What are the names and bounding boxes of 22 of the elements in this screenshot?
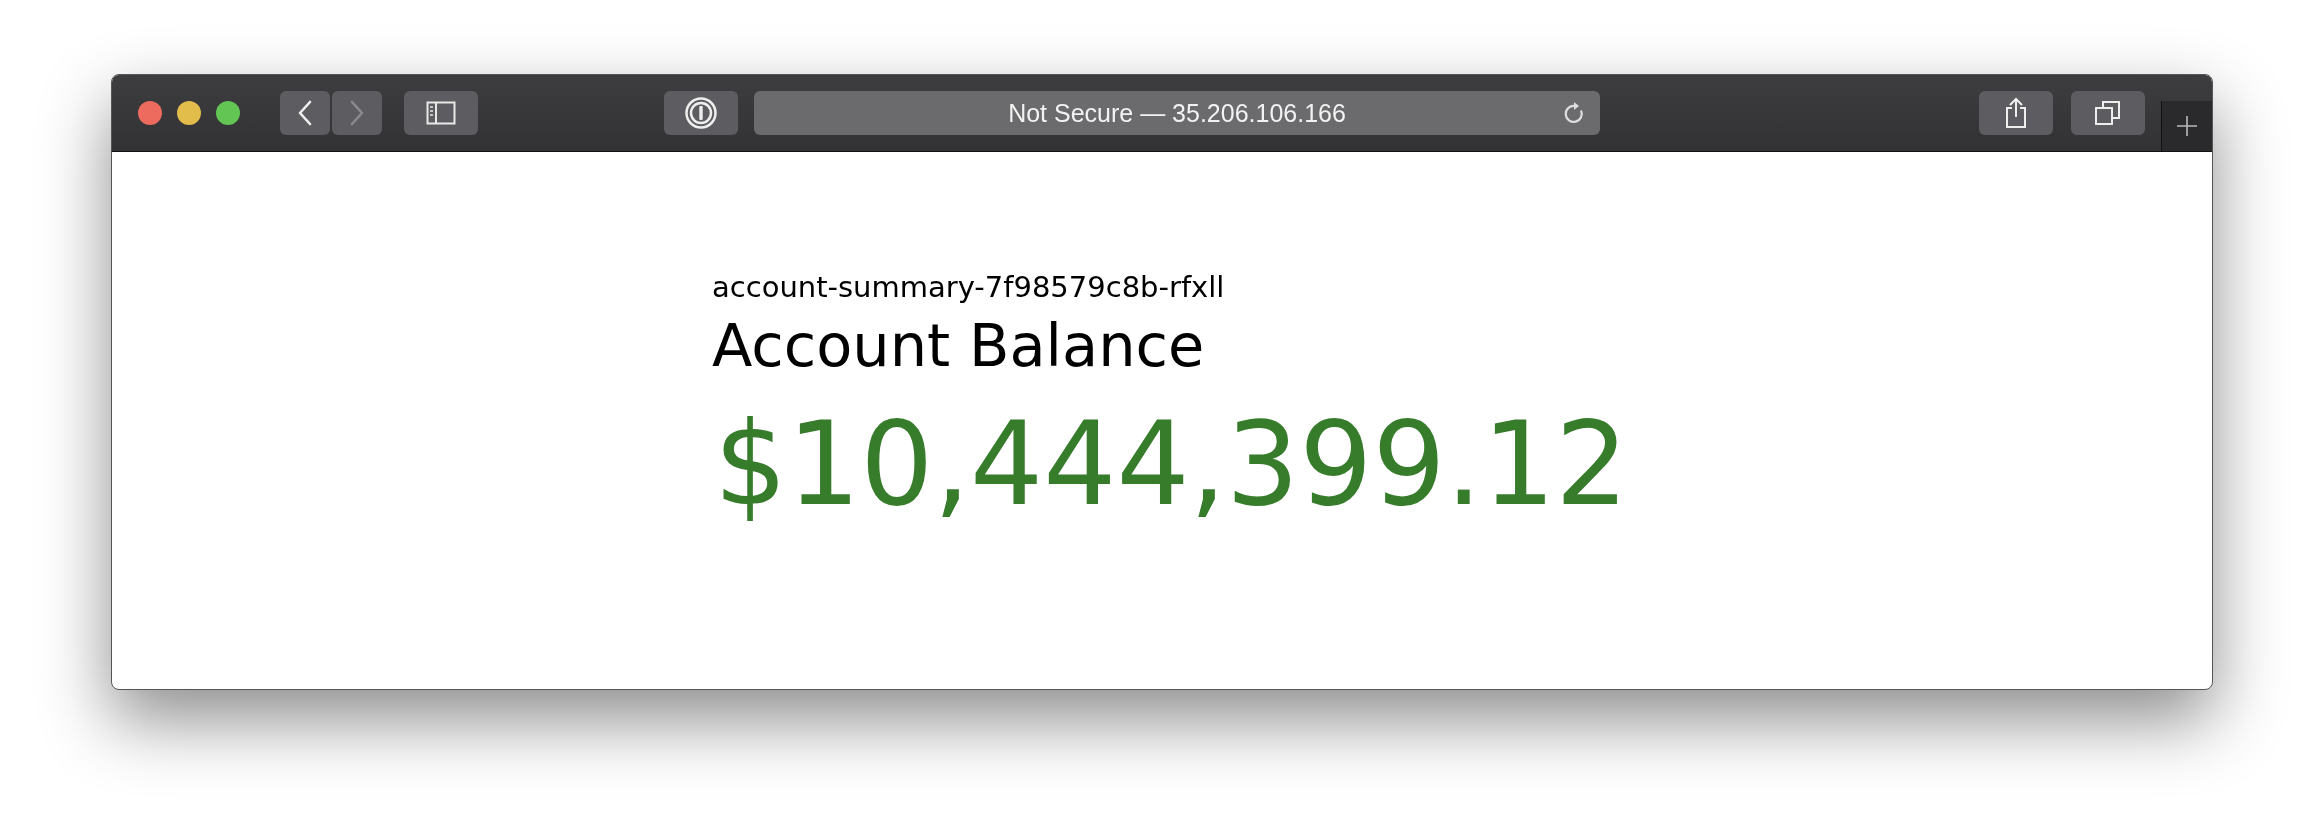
plus-icon (2175, 114, 2199, 138)
key-circle-icon (684, 96, 718, 130)
page-heading: Account Balance (712, 309, 1206, 382)
reload-icon[interactable] (1564, 101, 1586, 125)
address-text: Not Secure — 35.206.106.166 (1008, 98, 1346, 128)
chevron-right-icon (349, 100, 365, 126)
share-icon (2004, 97, 2028, 129)
chevron-left-icon (297, 100, 313, 126)
pod-name: account-summary-7f98579c8b-rfxll (712, 270, 1226, 305)
password-button[interactable] (664, 91, 738, 135)
tabs-icon (2094, 99, 2122, 127)
close-button[interactable] (138, 101, 162, 125)
new-tab-button[interactable] (2161, 101, 2212, 151)
sidebar-button[interactable] (404, 91, 478, 135)
sidebar-icon (426, 101, 456, 125)
share-button[interactable] (1979, 91, 2053, 135)
zoom-button[interactable] (216, 101, 240, 125)
minimize-button[interactable] (177, 101, 201, 125)
address-bar[interactable]: Not Secure — 35.206.106.166 (754, 91, 1600, 135)
balance-amount: $10,444,399.12 (714, 396, 1630, 534)
back-button[interactable] (280, 91, 330, 135)
tabs-button[interactable] (2071, 91, 2145, 135)
